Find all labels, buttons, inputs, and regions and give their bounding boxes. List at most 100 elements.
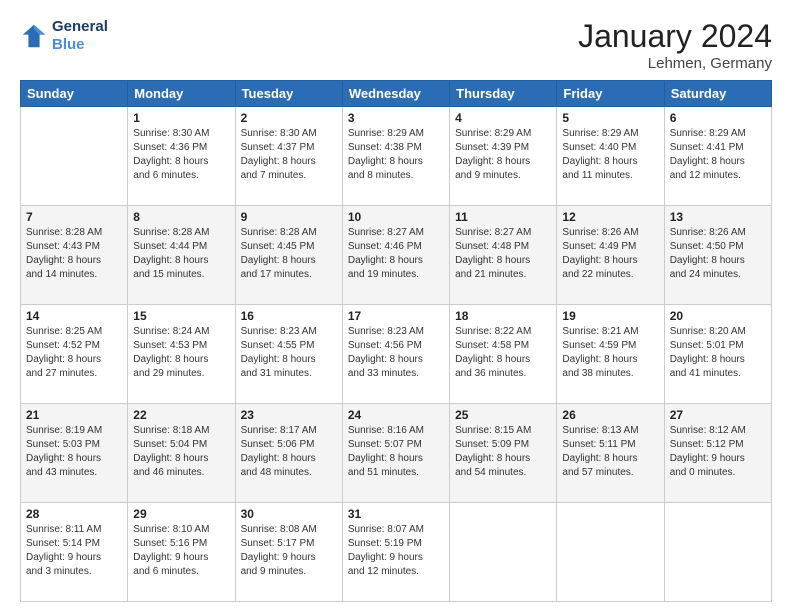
calendar-week-row: 14 Sunrise: 8:25 AM Sunset: 4:52 PM Dayli… [21, 305, 772, 404]
day-info: Sunrise: 8:28 AM Sunset: 4:45 PM Dayligh… [241, 226, 337, 282]
calendar-cell: 25 Sunrise: 8:15 AM Sunset: 5:09 PM Dayli… [450, 404, 557, 503]
day-info: Sunrise: 8:27 AM Sunset: 4:46 PM Dayligh… [348, 226, 444, 282]
day-info: Sunrise: 8:22 AM Sunset: 4:58 PM Dayligh… [455, 325, 551, 381]
subtitle: Lehmen, Germany [578, 55, 772, 72]
calendar-day-header: Wednesday [342, 81, 449, 107]
day-info: Sunrise: 8:28 AM Sunset: 4:43 PM Dayligh… [26, 226, 122, 282]
calendar-cell: 31 Sunrise: 8:07 AM Sunset: 5:19 PM Dayli… [342, 503, 449, 602]
day-info: Sunrise: 8:26 AM Sunset: 4:49 PM Dayligh… [562, 226, 658, 282]
day-number: 1 [133, 111, 229, 125]
day-number: 2 [241, 111, 337, 125]
calendar-day-header: Saturday [664, 81, 771, 107]
calendar-cell: 20 Sunrise: 8:20 AM Sunset: 5:01 PM Dayli… [664, 305, 771, 404]
calendar-week-row: 1 Sunrise: 8:30 AM Sunset: 4:36 PM Daylig… [21, 107, 772, 206]
logo: General Blue [20, 18, 108, 54]
day-info: Sunrise: 8:20 AM Sunset: 5:01 PM Dayligh… [670, 325, 766, 381]
calendar-cell: 10Sunrise: 8:27 AM Sunset: 4:46 PM Dayli… [342, 206, 449, 305]
calendar-cell: 27Sunrise: 8:12 AM Sunset: 5:12 PM Dayli… [664, 404, 771, 503]
day-info: Sunrise: 8:13 AM Sunset: 5:11 PM Dayligh… [562, 424, 658, 480]
calendar-cell: 28Sunrise: 8:11 AM Sunset: 5:14 PM Dayli… [21, 503, 128, 602]
calendar-cell: 12 Sunrise: 8:26 AM Sunset: 4:49 PM Dayli… [557, 206, 664, 305]
title-block: January 2024 Lehmen, Germany [578, 18, 772, 72]
day-number: 6 [670, 111, 766, 125]
day-info: Sunrise: 8:29 AM Sunset: 4:38 PM Dayligh… [348, 127, 444, 183]
calendar-cell: 2Sunrise: 8:30 AM Sunset: 4:37 PM Daylig… [235, 107, 342, 206]
calendar-cell: 19Sunrise: 8:21 AM Sunset: 4:59 PM Dayli… [557, 305, 664, 404]
calendar-cell: 5Sunrise: 8:29 AM Sunset: 4:40 PM Daylig… [557, 107, 664, 206]
calendar-cell: 30 Sunrise: 8:08 AM Sunset: 5:17 PM Dayli… [235, 503, 342, 602]
calendar-cell: 29 Sunrise: 8:10 AM Sunset: 5:16 PM Dayli… [128, 503, 235, 602]
calendar-cell: 6Sunrise: 8:29 AM Sunset: 4:41 PM Daylig… [664, 107, 771, 206]
calendar-cell: 13 Sunrise: 8:26 AM Sunset: 4:50 PM Dayli… [664, 206, 771, 305]
calendar-cell: 24 Sunrise: 8:16 AM Sunset: 5:07 PM Dayli… [342, 404, 449, 503]
calendar-cell: 11 Sunrise: 8:27 AM Sunset: 4:48 PM Dayli… [450, 206, 557, 305]
calendar-header-row: SundayMondayTuesdayWednesdayThursdayFrid… [21, 81, 772, 107]
day-info: Sunrise: 8:26 AM Sunset: 4:50 PM Dayligh… [670, 226, 766, 282]
day-number: 29 [133, 507, 229, 521]
calendar-day-header: Thursday [450, 81, 557, 107]
calendar-cell: 15 Sunrise: 8:24 AM Sunset: 4:53 PM Dayli… [128, 305, 235, 404]
calendar-cell: 16Sunrise: 8:23 AM Sunset: 4:55 PM Dayli… [235, 305, 342, 404]
day-number: 15 [133, 309, 229, 323]
day-number: 18 [455, 309, 551, 323]
day-number: 8 [133, 210, 229, 224]
calendar-cell [21, 107, 128, 206]
day-info: Sunrise: 8:12 AM Sunset: 5:12 PM Dayligh… [670, 424, 766, 480]
day-number: 30 [241, 507, 337, 521]
day-number: 26 [562, 408, 658, 422]
day-info: Sunrise: 8:21 AM Sunset: 4:59 PM Dayligh… [562, 325, 658, 381]
day-info: Sunrise: 8:11 AM Sunset: 5:14 PM Dayligh… [26, 523, 122, 579]
day-number: 22 [133, 408, 229, 422]
calendar-cell: 17 Sunrise: 8:23 AM Sunset: 4:56 PM Dayli… [342, 305, 449, 404]
header: General Blue January 2024 Lehmen, German… [20, 18, 772, 72]
calendar-cell: 8 Sunrise: 8:28 AM Sunset: 4:44 PM Daylig… [128, 206, 235, 305]
day-number: 13 [670, 210, 766, 224]
calendar-cell [450, 503, 557, 602]
day-number: 16 [241, 309, 337, 323]
day-info: Sunrise: 8:07 AM Sunset: 5:19 PM Dayligh… [348, 523, 444, 579]
day-number: 7 [26, 210, 122, 224]
day-info: Sunrise: 8:17 AM Sunset: 5:06 PM Dayligh… [241, 424, 337, 480]
day-number: 31 [348, 507, 444, 521]
day-info: Sunrise: 8:24 AM Sunset: 4:53 PM Dayligh… [133, 325, 229, 381]
day-info: Sunrise: 8:18 AM Sunset: 5:04 PM Dayligh… [133, 424, 229, 480]
logo-text: General Blue [52, 18, 108, 54]
day-number: 17 [348, 309, 444, 323]
calendar-cell: 9 Sunrise: 8:28 AM Sunset: 4:45 PM Daylig… [235, 206, 342, 305]
day-number: 20 [670, 309, 766, 323]
calendar-cell: 3 Sunrise: 8:29 AM Sunset: 4:38 PM Daylig… [342, 107, 449, 206]
day-number: 11 [455, 210, 551, 224]
day-info: Sunrise: 8:10 AM Sunset: 5:16 PM Dayligh… [133, 523, 229, 579]
calendar-cell [557, 503, 664, 602]
calendar-table: SundayMondayTuesdayWednesdayThursdayFrid… [20, 80, 772, 602]
day-number: 21 [26, 408, 122, 422]
day-number: 3 [348, 111, 444, 125]
day-info: Sunrise: 8:23 AM Sunset: 4:56 PM Dayligh… [348, 325, 444, 381]
calendar-day-header: Monday [128, 81, 235, 107]
calendar-cell: 1 Sunrise: 8:30 AM Sunset: 4:36 PM Daylig… [128, 107, 235, 206]
day-info: Sunrise: 8:25 AM Sunset: 4:52 PM Dayligh… [26, 325, 122, 381]
day-info: Sunrise: 8:16 AM Sunset: 5:07 PM Dayligh… [348, 424, 444, 480]
calendar-cell: 26 Sunrise: 8:13 AM Sunset: 5:11 PM Dayli… [557, 404, 664, 503]
calendar-cell: 22 Sunrise: 8:18 AM Sunset: 5:04 PM Dayli… [128, 404, 235, 503]
day-info: Sunrise: 8:08 AM Sunset: 5:17 PM Dayligh… [241, 523, 337, 579]
day-info: Sunrise: 8:15 AM Sunset: 5:09 PM Dayligh… [455, 424, 551, 480]
day-info: Sunrise: 8:29 AM Sunset: 4:39 PM Dayligh… [455, 127, 551, 183]
day-info: Sunrise: 8:29 AM Sunset: 4:40 PM Dayligh… [562, 127, 658, 183]
main-title: January 2024 [578, 18, 772, 55]
day-number: 14 [26, 309, 122, 323]
day-number: 12 [562, 210, 658, 224]
day-number: 4 [455, 111, 551, 125]
calendar-cell: 21Sunrise: 8:19 AM Sunset: 5:03 PM Dayli… [21, 404, 128, 503]
calendar-cell: 18 Sunrise: 8:22 AM Sunset: 4:58 PM Dayli… [450, 305, 557, 404]
day-info: Sunrise: 8:30 AM Sunset: 4:36 PM Dayligh… [133, 127, 229, 183]
day-number: 23 [241, 408, 337, 422]
day-number: 9 [241, 210, 337, 224]
calendar-day-header: Tuesday [235, 81, 342, 107]
day-info: Sunrise: 8:27 AM Sunset: 4:48 PM Dayligh… [455, 226, 551, 282]
page: General Blue January 2024 Lehmen, German… [0, 0, 792, 612]
day-info: Sunrise: 8:28 AM Sunset: 4:44 PM Dayligh… [133, 226, 229, 282]
calendar-day-header: Sunday [21, 81, 128, 107]
day-number: 24 [348, 408, 444, 422]
day-number: 25 [455, 408, 551, 422]
